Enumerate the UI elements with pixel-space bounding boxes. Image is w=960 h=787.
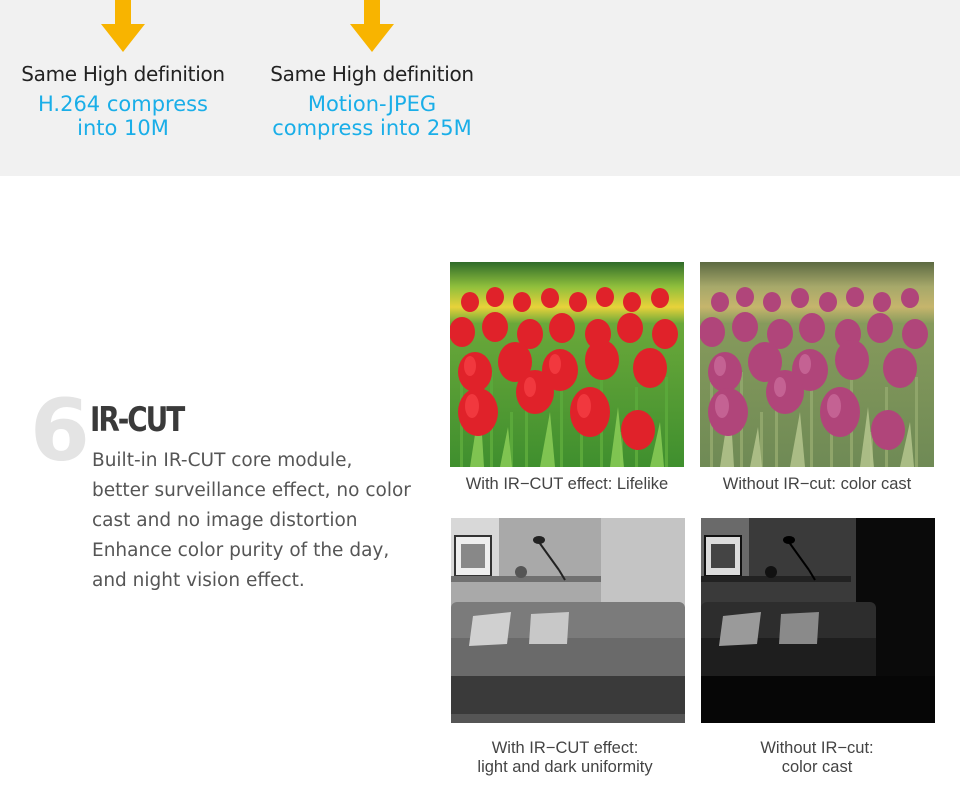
comparison-title: Same High definition [21, 62, 225, 86]
feature-description: Built-in IR-CUT core module, better surv… [92, 450, 411, 591]
livingroom-with-ircut-image [451, 518, 685, 723]
comparison-detail: H.264 compress into 10M [37, 92, 208, 140]
livingroom-without-ircut-image [701, 518, 935, 723]
down-arrow-icon [350, 0, 394, 52]
tulips-without-ircut-image [700, 262, 934, 467]
feature-title: IR-CUT [90, 400, 185, 440]
photo-caption: With IR−CUT effect: light and dark unifo… [477, 739, 653, 776]
tulips-with-ircut-image [450, 262, 684, 467]
comparison-title: Same High definition [270, 62, 474, 86]
down-arrow-icon [101, 0, 145, 52]
compression-comparison-band: Same High definition H.264 compress into… [0, 0, 960, 176]
photo-caption: Without IR−cut: color cast [760, 739, 874, 776]
comparison-detail: Motion-JPEG compress into 25M [272, 92, 472, 140]
feature-number: 6 [30, 381, 90, 481]
photo-caption: Without IR−cut: color cast [722, 475, 912, 493]
photo-caption: With IR−CUT effect: Lifelike [465, 475, 669, 493]
